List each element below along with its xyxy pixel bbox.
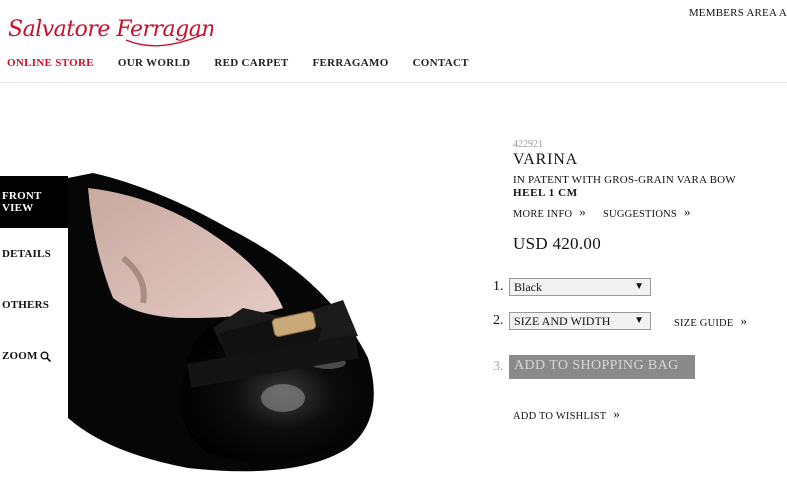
view-zoom-label: ZOOM [2,350,38,362]
product-name: VARINA [513,151,578,168]
size-guide-link[interactable]: SIZE GUIDE » [674,313,748,330]
more-info-label: MORE INFO [513,209,573,220]
dropdown-arrow-icon: ▼ [634,281,644,292]
svg-text:Salvatore Ferragamo: Salvatore Ferragamo [8,17,213,42]
view-front-label: FRONT VIEW [2,190,42,214]
nav-ferragamo[interactable]: FERRAGAMO [313,57,389,69]
product-description: IN PATENT WITH GROS-GRAIN VARA BOW [513,174,736,186]
color-select-value: Black [514,280,542,294]
size-select-value: SIZE AND WIDTH [514,314,611,328]
nav-our-world[interactable]: OUR WORLD [118,57,190,69]
chevron-right-icon: » [683,204,691,219]
nav-online-store[interactable]: ONLINE STORE [7,57,94,69]
color-select[interactable]: Black ▼ [509,278,651,296]
suggestions-label: SUGGESTIONS [603,209,677,220]
add-to-bag-button[interactable]: ADD TO SHOPPING BAG [509,355,695,379]
main-nav: ONLINE STORE OUR WORLD RED CARPET FERRAG… [7,57,493,69]
product-sku: 422921 [513,139,543,150]
view-zoom-button[interactable]: ZOOM [0,350,70,362]
product-price: USD 420.00 [513,234,602,253]
view-details-button[interactable]: DETAILS [0,248,70,260]
nav-red-carpet[interactable]: RED CARPET [214,57,288,69]
view-others-button[interactable]: OTHERS [0,299,70,311]
wishlist-label: ADD TO WISHLIST [513,411,607,422]
chevron-right-icon: » [613,406,621,421]
more-info-link[interactable]: MORE INFO » [513,204,586,221]
view-front-button[interactable]: FRONT VIEW [0,176,68,228]
chevron-right-icon: » [579,204,586,219]
header-divider [0,82,787,83]
product-image[interactable] [68,168,428,483]
step-number-1: 1. [493,279,504,294]
magnifier-icon [40,351,51,362]
members-area-link[interactable]: MEMBERS AREA A [689,7,787,19]
dropdown-arrow-icon: ▼ [634,315,644,326]
suggestions-link[interactable]: SUGGESTIONS » [603,204,691,221]
size-guide-label: SIZE GUIDE [674,318,734,329]
size-select[interactable]: SIZE AND WIDTH ▼ [509,312,651,330]
brand-logo[interactable]: Salvatore Ferragamo [8,10,213,50]
step-number-3: 3. [493,359,504,374]
chevron-right-icon: » [740,313,748,328]
step-number-2: 2. [493,313,504,328]
add-to-wishlist-link[interactable]: ADD TO WISHLIST » [513,406,621,423]
nav-contact[interactable]: CONTACT [413,57,469,69]
product-heel: HEEL 1 CM [513,187,578,199]
